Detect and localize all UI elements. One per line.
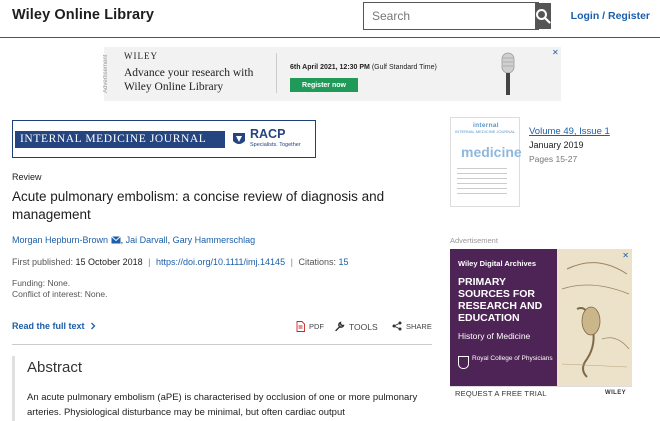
read-full-text-label: Read the full text [12, 321, 85, 331]
abstract-text: An acute pulmonary embolism (aPE) is cha… [27, 392, 418, 418]
doi-link[interactable]: https://doi.org/10.1111/imj.14145 [156, 257, 285, 267]
ad-headline: Advance your research with Wiley Online … [124, 67, 254, 93]
author-list: Morgan Hepburn-Brown , Jai Darvall, Gary… [12, 235, 256, 245]
tools-label: TOOLS [349, 321, 378, 332]
citations-count-link[interactable]: 15 [339, 257, 349, 267]
tools-button[interactable]: TOOLS [334, 321, 378, 332]
author-link[interactable]: Jai Darvall [126, 235, 168, 245]
side-ad-label: Advertisement [450, 236, 498, 245]
read-full-text-link[interactable]: Read the full text [12, 321, 97, 331]
side-ad-logo: Royal College of Physicians [458, 355, 553, 369]
request-trial-link[interactable]: REQUEST A FREE TRIAL [455, 389, 547, 398]
chevron-right-icon [91, 322, 96, 330]
journal-name: INTERNAL MEDICINE JOURNAL [15, 131, 225, 148]
pdf-icon [296, 321, 305, 332]
volume-issue-link[interactable]: Volume 49, Issue 1 [529, 126, 610, 137]
abstract-heading: Abstract [27, 359, 83, 376]
site-logo[interactable]: Wiley Online Library [12, 7, 154, 23]
side-ad-heading: Wiley Digital Archives [458, 259, 537, 268]
anatomy-illustration [557, 249, 632, 386]
side-ad-headline: PRIMARY SOURCES FOR RESEARCH AND EDUCATI… [458, 276, 543, 324]
ad-wiley-logo: WILEY [124, 51, 158, 61]
author-link[interactable]: Gary Hammerschlag [173, 235, 256, 245]
search-input[interactable] [364, 3, 535, 29]
article-title: Acute pulmonary embolism: a concise revi… [12, 189, 385, 222]
issue-date: January 2019 [529, 140, 584, 150]
side-advertisement[interactable]: Wiley Digital Archives PRIMARY SOURCES F… [450, 249, 632, 400]
first-published-label: First published: [12, 257, 74, 267]
login-register-link[interactable]: Login / Register [571, 10, 650, 22]
site-header: Wiley Online Library Login / Register [0, 0, 660, 38]
cover-subtitle: INTERNAL MEDICINE JOURNAL [455, 129, 516, 134]
publication-info: First published: 15 October 2018 | https… [12, 257, 349, 267]
citations-label: Citations: [298, 257, 336, 267]
email-icon[interactable] [110, 236, 121, 244]
side-ad-panel: Wiley Digital Archives PRIMARY SOURCES F… [450, 249, 557, 386]
search-icon [536, 9, 551, 24]
ad-close-icon[interactable]: ✕ [552, 48, 559, 57]
ad-label: Advertisement [103, 54, 109, 94]
shield-icon [458, 356, 469, 369]
racp-tagline: Specialists. Together [250, 142, 301, 148]
section-divider [12, 344, 432, 345]
cover-header: internal INTERNAL MEDICINE JOURNAL medic… [451, 118, 522, 162]
pdf-button[interactable]: PDF [296, 321, 324, 332]
share-label: SHARE [406, 321, 432, 331]
author-link[interactable]: Morgan Hepburn-Brown [12, 235, 108, 245]
ad-divider [276, 53, 277, 93]
racp-name: RACP [250, 127, 286, 141]
ad-date: 6th April 2021, 12:30 PM (Gulf Standard … [290, 64, 437, 71]
article-type: Review [12, 172, 42, 182]
share-button[interactable]: SHARE [392, 321, 432, 331]
cover-contents-lines [457, 168, 507, 198]
cover-word: medicine [461, 144, 522, 160]
issue-cover-image[interactable]: internal INTERNAL MEDICINE JOURNAL medic… [450, 117, 522, 207]
microphone-icon [501, 52, 515, 95]
search-box [363, 2, 551, 30]
side-ad-footer[interactable]: REQUEST A FREE TRIAL WILEY [450, 386, 632, 400]
cover-title: internal [473, 122, 499, 129]
wrench-icon [335, 321, 345, 332]
funding-statement: Funding: None. [12, 278, 71, 288]
first-published-date: 15 October 2018 [75, 257, 143, 267]
side-ad-subtitle: History of Medicine [458, 331, 531, 341]
page-range: Pages 15-27 [529, 154, 578, 164]
ad-register-button[interactable]: Register now [290, 78, 358, 92]
conflict-statement: Conflict of interest: None. [12, 289, 108, 299]
racp-crest-icon [231, 131, 247, 148]
share-icon [392, 321, 402, 331]
search-button[interactable] [535, 3, 551, 29]
side-ad-close-icon[interactable]: ✕ [622, 251, 629, 260]
side-ad-wiley-logo: WILEY [605, 390, 626, 396]
pdf-label: PDF [309, 322, 324, 331]
